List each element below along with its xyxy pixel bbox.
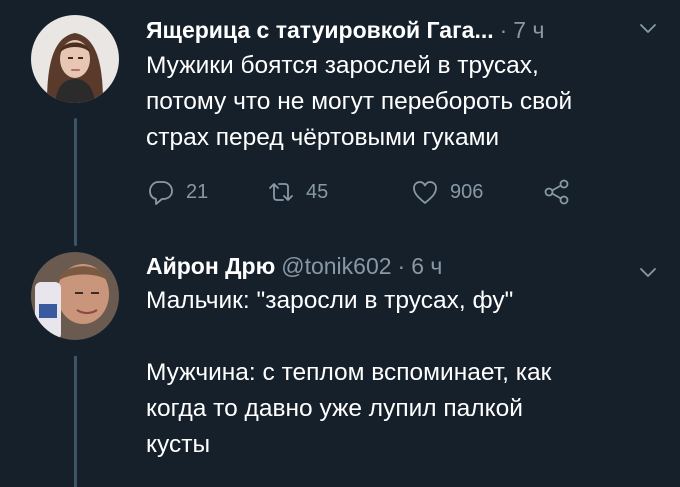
retweet-button[interactable]: 45 — [266, 172, 328, 212]
share-button[interactable] — [542, 172, 572, 212]
tweet-header: Айрон Дрю @tonik602 · 6 ч — [146, 248, 658, 284]
reply-button[interactable]: 21 — [146, 172, 208, 212]
like-count: 906 — [450, 180, 484, 203]
display-name[interactable]: Ящерица с татуировкой Гага... — [146, 17, 494, 44]
tweet-reply[interactable]: Айрон Дрю @tonik602 · 6 ч Мальчик: "заро… — [0, 240, 680, 487]
tweet-original[interactable]: Ящерица с татуировкой Гага... · 7 ч Мужи… — [0, 0, 680, 240]
separator-dot: · — [397, 252, 406, 279]
tweet-header: Ящерица с татуировкой Гага... · 7 ч — [146, 12, 658, 48]
separator-dot: · — [499, 16, 508, 43]
tweet-text: Мужики боятся зарослей в трусах, потому … — [146, 52, 573, 151]
display-name[interactable]: Айрон Дрю — [146, 253, 275, 280]
avatar[interactable] — [31, 15, 119, 103]
chevron-down-icon[interactable] — [638, 262, 658, 282]
avatar[interactable] — [31, 252, 119, 340]
user-handle[interactable]: @tonik602 — [281, 253, 391, 280]
like-icon — [413, 181, 437, 204]
reply-count: 21 — [186, 180, 209, 203]
reply-icon — [149, 181, 173, 205]
chevron-down-icon[interactable] — [638, 18, 658, 38]
retweet-icon — [269, 183, 293, 201]
timestamp[interactable]: 7 ч — [513, 17, 544, 44]
retweet-count: 45 — [306, 180, 329, 203]
timestamp[interactable]: 6 ч — [411, 253, 442, 280]
tweet-text: Мальчик: "заросли в трусах, фу" Мужчина:… — [146, 287, 552, 458]
like-button[interactable]: 906 — [410, 172, 483, 212]
share-icon — [544, 179, 569, 205]
